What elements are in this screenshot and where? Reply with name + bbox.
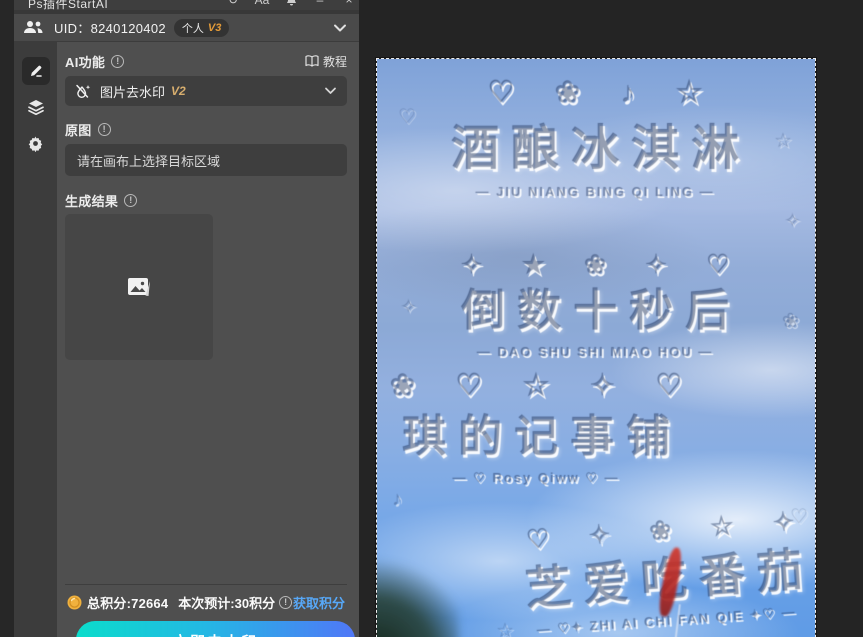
users-icon	[24, 21, 43, 33]
sky-photo: ♡ ☆ ✧ ❀ ♪ ♡ ☆ ✧ ♡ ❀ ♪ ☆ 酒酿冰淇淋 — JIU NIAN…	[377, 59, 815, 637]
image-placeholder-icon	[128, 278, 150, 296]
remove-watermark-button[interactable]: 立即去水印	[76, 621, 355, 637]
close-icon[interactable]: ×	[341, 0, 357, 7]
refresh-icon[interactable]: ↻	[225, 0, 241, 7]
tutorial-button[interactable]: 教程	[305, 53, 347, 70]
document-canvas[interactable]: ♡ ☆ ✧ ❀ ♪ ♡ ☆ ✧ ♡ ❀ ♪ ☆ 酒酿冰淇淋 — JIU NIAN…	[376, 58, 816, 637]
minimize-icon[interactable]: –	[312, 0, 328, 7]
coin-icon	[67, 595, 82, 609]
panel-content: AI功能 ! 教程 图片去水印 V2 原图 ! 请在画布上选择目标区域 生成结果…	[57, 42, 359, 637]
watermark-title: 倒数十秒后	[462, 287, 742, 336]
tool-edit-button[interactable]	[21, 57, 50, 85]
panel-title: Ps插件StartAI	[28, 0, 109, 10]
ai-function-dropdown[interactable]: 图片去水印 V2	[65, 76, 347, 106]
watermark-subtitle: — ♡ Rosy Qiww ♡ —	[453, 470, 621, 486]
watermark-group: ♡ ❀ ♪ ☆ 酒酿冰淇淋 — JIU NIANG BING QI LING —	[377, 67, 815, 200]
total-points: 总积分:72664	[87, 595, 169, 611]
ai-function-label: AI功能	[65, 54, 106, 70]
watermark-title: 酒酿冰淇淋	[451, 123, 752, 176]
dropdown-value: 图片去水印	[100, 84, 166, 100]
faint-doodle: ♪	[393, 489, 403, 511]
result-preview-box	[65, 214, 213, 360]
photoshop-dock-edge	[0, 0, 14, 637]
info-icon[interactable]: !	[97, 122, 111, 136]
text-size-icon[interactable]: Aa	[254, 0, 270, 7]
tool-settings-button[interactable]	[22, 129, 50, 157]
panel-titlebar: Ps插件StartAI ↻ Aa – ×	[14, 0, 359, 10]
account-row[interactable]: UID：8240120402 个人 V3	[14, 14, 359, 42]
dropdown-version-tag: V2	[171, 84, 186, 98]
watermark-group: ✧ ★ ❀ ✧ ♡ 倒数十秒后 — DAO SHU SHI MIAO HOU —	[377, 244, 815, 360]
startai-plugin-panel: Ps插件StartAI ↻ Aa – × UID：8240120402 个人 V…	[14, 0, 359, 637]
watermark-group: ♡ ✧ ❀ ☆ ✧ 芝爱吃番茄 — ♡✦ ZHI AI CHI FAN QIE …	[495, 498, 815, 637]
estimate-points: 本次预计:30积分	[178, 595, 276, 611]
book-icon	[305, 55, 319, 67]
gear-icon	[28, 136, 43, 152]
watermark-remove-icon	[76, 84, 91, 98]
source-region-input[interactable]	[65, 144, 347, 176]
plan-version-badge: V3	[207, 21, 222, 34]
notification-icon[interactable]	[283, 0, 299, 7]
watermark-doodles: ♡ ❀ ♪ ☆	[488, 77, 720, 110]
points-row: 总积分:72664 本次预计:30积分 ! 获取积分	[65, 585, 347, 619]
tree-foliage	[377, 556, 459, 637]
photoshop-canvas-area[interactable]: ♡ ☆ ✧ ❀ ♪ ♡ ☆ ✧ ♡ ❀ ♪ ☆ 酒酿冰淇淋 — JIU NIAN…	[359, 0, 863, 637]
get-points-link[interactable]: 获取积分	[293, 593, 345, 612]
info-icon[interactable]: !	[124, 193, 138, 207]
info-icon[interactable]: !	[111, 54, 125, 68]
chevron-down-icon	[334, 24, 346, 31]
pencil-icon	[30, 65, 42, 77]
watermark-doodles: ❀ ♡ ☆ ✧ ♡	[390, 370, 700, 403]
watermark-title: 琪的记事铺	[403, 413, 683, 462]
info-icon[interactable]: !	[279, 595, 293, 609]
chevron-down-icon	[325, 87, 336, 94]
result-label: 生成结果	[65, 193, 119, 209]
watermark-subtitle: — JIU NIANG BING QI LING —	[476, 184, 716, 200]
tool-strip	[14, 42, 57, 637]
tool-layers-button[interactable]	[22, 93, 50, 121]
watermark-group: ❀ ♡ ☆ ✧ ♡ 琪的记事铺 — ♡ Rosy Qiww ♡ —	[377, 362, 709, 487]
layers-icon	[27, 100, 44, 116]
source-label: 原图	[65, 122, 92, 138]
plan-badge: 个人 V3	[173, 18, 230, 37]
uid-value: UID：8240120402	[54, 21, 166, 36]
watermark-subtitle: — DAO SHU SHI MIAO HOU —	[477, 344, 715, 360]
faint-doodle: ✧	[785, 211, 802, 233]
watermark-doodles: ✧ ★ ❀ ✧ ♡	[461, 250, 747, 280]
